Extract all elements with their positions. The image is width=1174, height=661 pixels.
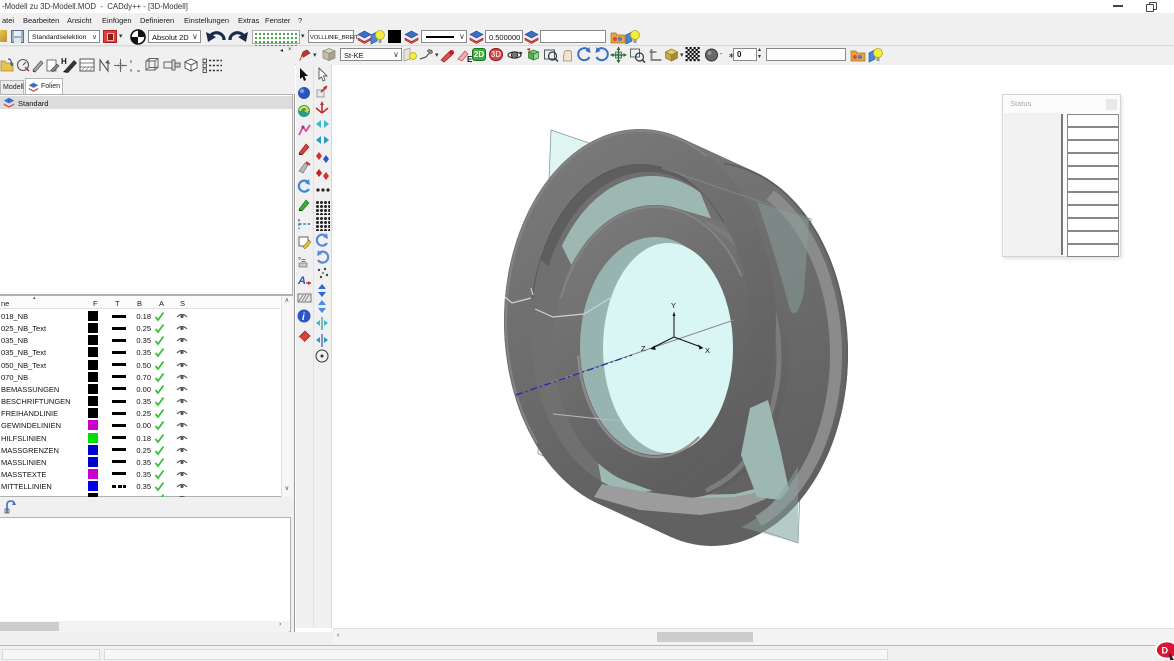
svg-text:D: D [1162, 646, 1169, 656]
svg-text:A: A [297, 275, 306, 287]
svg-text:H: H [61, 57, 67, 66]
svg-text:i: i [302, 312, 305, 323]
svg-text:Y: Y [671, 301, 676, 310]
svg-text:X: X [705, 346, 710, 355]
svg-text:Z: Z [641, 344, 646, 353]
